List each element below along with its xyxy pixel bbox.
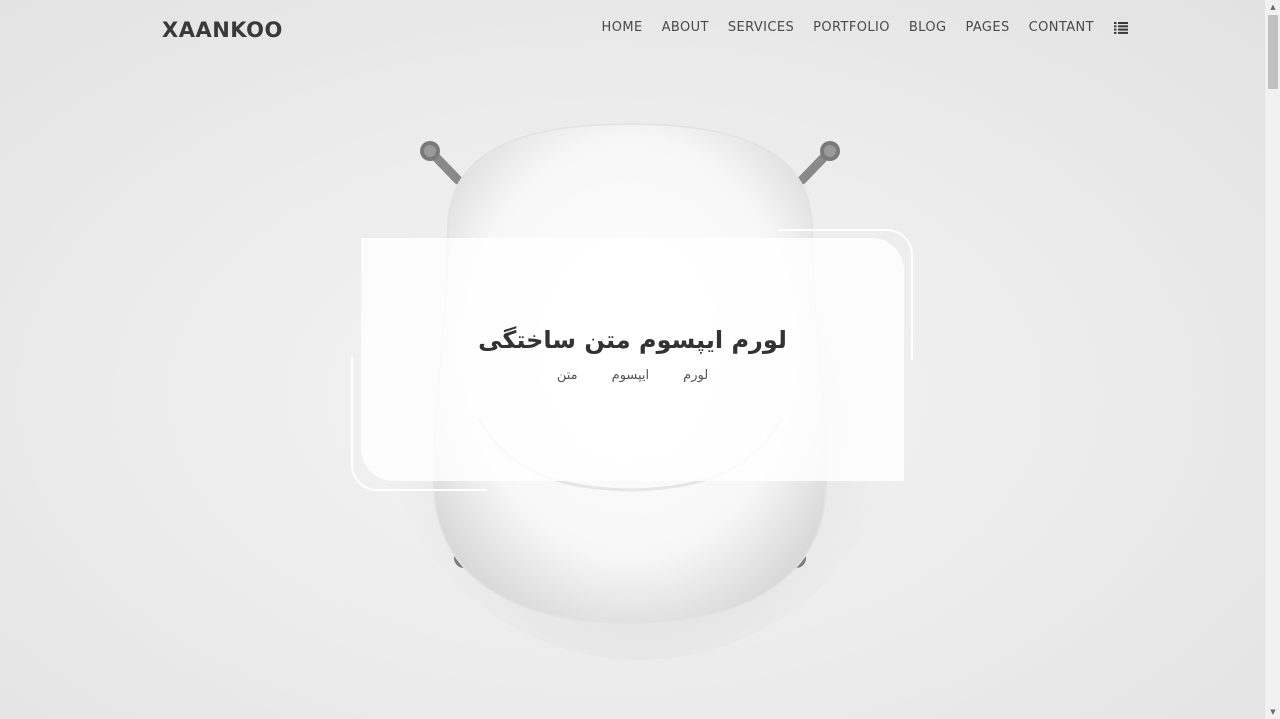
nav-pages[interactable]: PAGES — [965, 20, 1009, 35]
nav-portfolio[interactable]: PORTFOLIO — [813, 20, 890, 35]
nav-services[interactable]: SERVICES — [728, 20, 794, 35]
hero-section: لورم ایپسوم متن ساختگی لورم ایپسوم متن X… — [0, 0, 1264, 719]
list-menu-icon[interactable] — [1114, 21, 1128, 34]
scroll-up-arrow-icon[interactable]: ▲ — [1265, 0, 1280, 14]
main-nav: HOME ABOUT SERVICES PORTFOLIO BLOG PAGES… — [583, 20, 1128, 35]
hero-meta-item[interactable]: ایپسوم — [612, 368, 650, 383]
nav-blog[interactable]: BLOG — [909, 20, 947, 35]
hero-title: لورم ایپسوم متن ساختگی — [478, 326, 787, 354]
scrollbar-thumb[interactable] — [1268, 15, 1278, 89]
nav-contant[interactable]: CONTANT — [1029, 20, 1094, 35]
nav-home[interactable]: HOME — [602, 20, 643, 35]
page-scrollbar[interactable]: ▲ ▼ — [1264, 0, 1280, 719]
site-logo[interactable]: XAANKOO — [162, 18, 283, 42]
scroll-down-arrow-icon[interactable]: ▼ — [1265, 705, 1280, 719]
hero-meta-item[interactable]: لورم — [683, 368, 708, 383]
hero-meta-item[interactable]: متن — [557, 368, 578, 383]
nav-about[interactable]: ABOUT — [662, 20, 709, 35]
hero-meta: لورم ایپسوم متن — [361, 368, 904, 383]
